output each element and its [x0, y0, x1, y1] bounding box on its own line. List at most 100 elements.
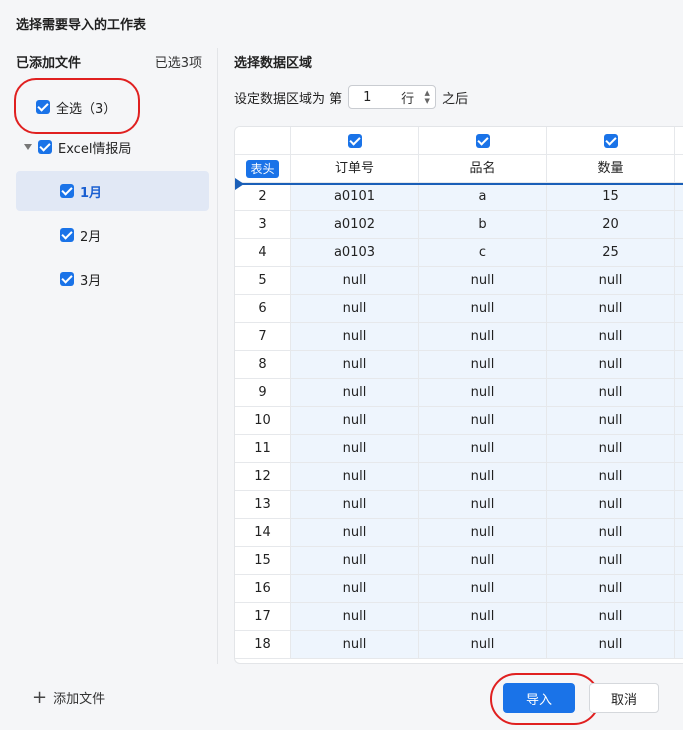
caret-down-icon[interactable]: [24, 144, 32, 150]
table-row: 18 null null null: [235, 631, 683, 659]
column-checkbox-row: [235, 127, 683, 155]
edge-cell: [675, 603, 683, 631]
range-section-title: 选择数据区域: [234, 56, 313, 71]
tree-item-sheet-3[interactable]: 3月: [60, 259, 101, 299]
data-cell: null: [419, 323, 547, 351]
column-checkbox-3[interactable]: [547, 127, 675, 155]
column-header: 数量: [547, 155, 675, 183]
chevron-up-icon[interactable]: ▲: [422, 89, 432, 97]
data-cell: null: [419, 295, 547, 323]
data-cell: null: [547, 463, 675, 491]
tree-item-file[interactable]: Excel情报局: [24, 127, 131, 167]
row-number-cell: 14: [235, 519, 291, 547]
dialog-title: 选择需要导入的工作表: [16, 18, 147, 33]
edge-cell: [675, 295, 683, 323]
data-cell: 20: [547, 211, 675, 239]
data-cell: null: [547, 323, 675, 351]
row-unit: 行: [401, 91, 415, 107]
row-number-cell: 16: [235, 575, 291, 603]
range-suffix: 之后: [442, 91, 469, 107]
header-row: 表头 订单号 品名 数量: [235, 155, 683, 183]
data-cell: null: [291, 575, 419, 603]
table-row: 9 null null null: [235, 379, 683, 407]
tree-item-sheet-2[interactable]: 2月: [60, 215, 101, 255]
checkbox-checked-icon: [38, 140, 52, 154]
data-cell: null: [419, 575, 547, 603]
sidebar-header: 已添加文件 已选3项: [16, 52, 202, 71]
table-row: 2 a0101 a 15: [235, 183, 683, 211]
row-number-cell: 11: [235, 435, 291, 463]
edge-cell: [675, 519, 683, 547]
edge-cell: [675, 323, 683, 351]
panel-divider: [217, 48, 218, 664]
stepper-arrows[interactable]: ▲ ▼: [422, 89, 432, 105]
data-cell: a0101: [291, 183, 419, 211]
checkbox-checked-icon: [347, 133, 362, 148]
table-row: 7 null null null: [235, 323, 683, 351]
data-preview-table[interactable]: 表头 订单号 品名 数量 2 a0101 a 15 3 a0102 b 20 4 a0103 c 25…: [234, 126, 683, 664]
sidebar-title: 已添加文件: [16, 56, 82, 71]
corner-cell: [235, 127, 291, 155]
data-cell: null: [419, 407, 547, 435]
edge-cell: [675, 491, 683, 519]
data-cell: null: [291, 519, 419, 547]
data-cell: null: [419, 631, 547, 659]
checkbox-checked-icon: [60, 228, 74, 242]
import-button[interactable]: 导入: [503, 683, 575, 713]
cancel-button[interactable]: 取消: [589, 683, 659, 713]
row-number-cell: 17: [235, 603, 291, 631]
add-file-button[interactable]: + 添加文件: [32, 688, 105, 707]
edge-cell: [675, 211, 683, 239]
edge-cell: [675, 155, 683, 183]
edge-cell: [675, 407, 683, 435]
data-cell: null: [291, 631, 419, 659]
data-cell: null: [419, 351, 547, 379]
data-cell: null: [547, 631, 675, 659]
data-cell: null: [547, 267, 675, 295]
data-cell: null: [291, 379, 419, 407]
table-row: 17 null null null: [235, 603, 683, 631]
tree-item-sheet-1[interactable]: 1月: [16, 171, 209, 211]
table-row: 14 null null null: [235, 519, 683, 547]
sheet-label: 2月: [80, 229, 102, 245]
sheet-label: 3月: [80, 273, 102, 289]
data-cell: null: [291, 407, 419, 435]
table-row: 4 a0103 c 25: [235, 239, 683, 267]
header-split-line[interactable]: [235, 183, 683, 185]
row-number-stepper[interactable]: 1 行 ▲ ▼: [348, 85, 437, 109]
table-row: 3 a0102 b 20: [235, 211, 683, 239]
column-checkbox-2[interactable]: [419, 127, 547, 155]
data-cell: null: [291, 323, 419, 351]
split-handle-icon[interactable]: [235, 178, 244, 190]
table-row: 6 null null null: [235, 295, 683, 323]
checkbox-checked-icon: [475, 133, 490, 148]
data-cell: a: [419, 183, 547, 211]
row-number-cell: 7: [235, 323, 291, 351]
row-number-cell: 6: [235, 295, 291, 323]
data-cell: null: [547, 519, 675, 547]
column-checkbox-1[interactable]: [291, 127, 419, 155]
data-cell: c: [419, 239, 547, 267]
edge-cell: [675, 435, 683, 463]
plus-icon: +: [32, 686, 48, 708]
header-badge: 表头: [246, 159, 279, 178]
data-cell: null: [291, 603, 419, 631]
range-prefix: 设定数据区域为 第: [234, 91, 343, 107]
data-cell: null: [291, 267, 419, 295]
table-row: 11 null null null: [235, 435, 683, 463]
chevron-down-icon[interactable]: ▼: [422, 97, 432, 105]
file-label: Excel情报局: [58, 141, 132, 157]
edge-cell: [675, 183, 683, 211]
data-cell: null: [547, 379, 675, 407]
table-row: 16 null null null: [235, 575, 683, 603]
checkbox-checked-icon: [603, 133, 618, 148]
data-cell: null: [547, 407, 675, 435]
data-cell: null: [291, 547, 419, 575]
row-number-value[interactable]: 1: [363, 90, 401, 105]
table-row: 13 null null null: [235, 491, 683, 519]
data-cell: null: [547, 435, 675, 463]
selected-count: 已选3项: [154, 56, 202, 71]
sheet-label: 1月: [80, 185, 103, 201]
column-header: 品名: [419, 155, 547, 183]
range-setting-row: 设定数据区域为 第 1 行 ▲ ▼ 之后: [234, 85, 469, 109]
